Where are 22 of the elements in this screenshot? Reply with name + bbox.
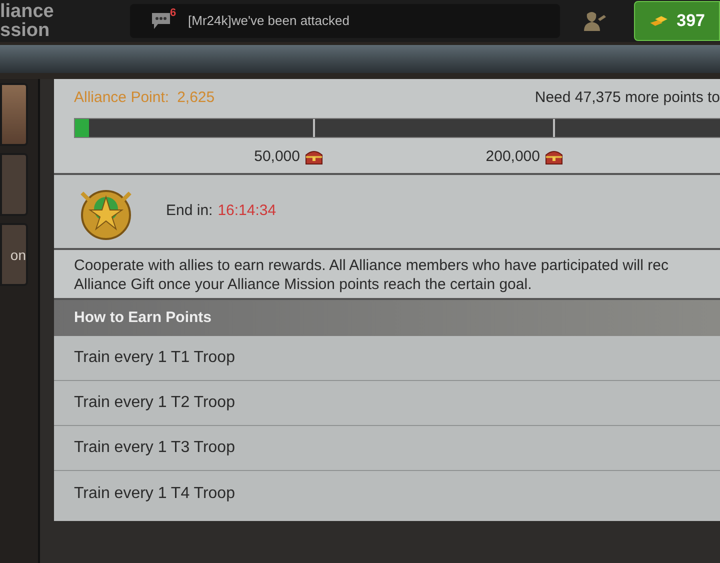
alliance-point-value: 2,625 (177, 88, 215, 108)
chat-bar[interactable]: 6 [Mr24k]we've been attacked (130, 4, 560, 38)
unread-count: 6 (170, 6, 176, 21)
description-text: Cooperate with allies to earn rewards. All Alliance members who have participated will rec (74, 256, 670, 275)
chat-message: [Mr24k]we've been attacked (188, 12, 350, 30)
side-tab[interactable] (0, 83, 28, 146)
milestone-points: 50,000 (254, 146, 300, 166)
milestone-points: 200,000 (486, 146, 540, 166)
description-text: Alliance Gift once your Alliance Mission points reach the certain goal. (74, 275, 533, 294)
currency-button[interactable]: 397 (634, 1, 720, 41)
end-in-label: End in: (166, 201, 213, 222)
screen-title: liance (0, 2, 55, 21)
countdown-time: 16:14:34 (218, 201, 276, 222)
earn-method-text: Train every 1 T4 Troop (74, 484, 235, 504)
screen-title: ssion (0, 21, 51, 40)
earn-method-text: Train every 1 T2 Troop (74, 393, 235, 413)
alliance-point-label: Alliance Point: (74, 88, 170, 108)
earn-method-text: Train every 1 T1 Troop (74, 348, 235, 368)
section-title: How to Earn Points (74, 308, 212, 328)
points-needed-text: Need 47,375 more points to (534, 88, 720, 108)
earn-method-text: Train every 1 T3 Troop (74, 438, 235, 458)
side-tab[interactable]: on (0, 223, 28, 286)
